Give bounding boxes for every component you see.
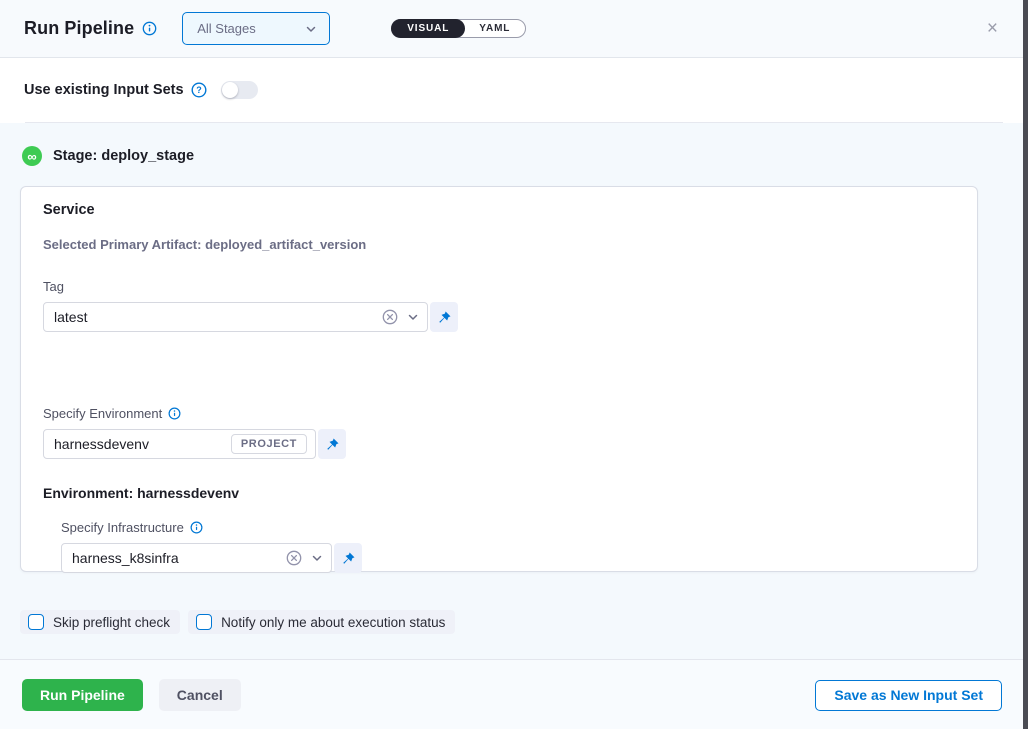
notify-me-checkbox-group[interactable]: Notify only me about execution status bbox=[188, 610, 455, 634]
page-title: Run Pipeline bbox=[24, 18, 134, 39]
tag-input-box bbox=[43, 302, 428, 332]
skip-preflight-label: Skip preflight check bbox=[53, 615, 170, 630]
skip-preflight-checkbox-group[interactable]: Skip preflight check bbox=[20, 610, 180, 634]
tag-field-row bbox=[43, 302, 955, 332]
notify-me-label: Notify only me about execution status bbox=[221, 615, 445, 630]
infrastructure-field-row bbox=[43, 543, 955, 573]
pin-icon bbox=[437, 310, 452, 325]
chevron-down-icon[interactable] bbox=[407, 311, 419, 323]
infrastructure-input[interactable] bbox=[72, 550, 286, 566]
use-existing-input-sets-toggle[interactable] bbox=[221, 81, 258, 99]
clear-icon[interactable] bbox=[382, 309, 398, 325]
tab-yaml[interactable]: YAML bbox=[464, 20, 525, 37]
skip-preflight-checkbox[interactable] bbox=[28, 614, 44, 630]
stage-header: ∞ Stage: deploy_stage bbox=[0, 123, 1028, 166]
execution-options-row: Skip preflight check Notify only me abou… bbox=[20, 610, 1004, 634]
modal-header: Run Pipeline All Stages VISUAL YAML × bbox=[0, 0, 1028, 58]
use-existing-input-sets-label: Use existing Input Sets bbox=[24, 82, 184, 98]
pin-icon bbox=[341, 551, 356, 566]
info-icon bbox=[168, 407, 181, 420]
chevron-down-icon bbox=[305, 23, 317, 35]
tag-field-label: Tag bbox=[43, 279, 955, 294]
chevron-down-icon[interactable] bbox=[311, 552, 323, 564]
page-edge-strip bbox=[1023, 0, 1028, 729]
notify-me-checkbox[interactable] bbox=[196, 614, 212, 630]
scope-badge: PROJECT bbox=[231, 434, 307, 454]
info-icon bbox=[190, 521, 203, 534]
run-pipeline-button[interactable]: Run Pipeline bbox=[22, 679, 143, 711]
service-card: Service Selected Primary Artifact: deplo… bbox=[20, 186, 978, 572]
close-icon[interactable]: × bbox=[981, 15, 1004, 42]
stage-selector-dropdown[interactable]: All Stages bbox=[182, 12, 330, 45]
environment-input[interactable] bbox=[54, 436, 231, 452]
stage-selector-value: All Stages bbox=[197, 21, 256, 36]
info-icon bbox=[142, 21, 157, 36]
stage-section: ∞ Stage: deploy_stage Service Selected P… bbox=[0, 123, 1028, 659]
save-as-new-input-set-button[interactable]: Save as New Input Set bbox=[815, 680, 1002, 711]
cancel-button[interactable]: Cancel bbox=[159, 679, 241, 711]
environment-field-label: Specify Environment bbox=[43, 406, 955, 421]
environment-input-box: PROJECT bbox=[43, 429, 316, 459]
pin-icon bbox=[325, 437, 340, 452]
use-existing-input-sets-row: Use existing Input Sets ? bbox=[0, 58, 1028, 122]
svg-text:?: ? bbox=[196, 85, 202, 95]
tag-pin-button[interactable] bbox=[430, 302, 458, 332]
tag-input[interactable] bbox=[54, 309, 382, 325]
toggle-knob bbox=[222, 82, 238, 98]
tab-visual[interactable]: VISUAL bbox=[391, 19, 465, 38]
stage-deploy-icon: ∞ bbox=[22, 146, 42, 166]
infrastructure-pin-button[interactable] bbox=[334, 543, 362, 573]
visual-yaml-toggle: VISUAL YAML bbox=[391, 19, 526, 38]
environment-field-label-text: Specify Environment bbox=[43, 406, 162, 421]
stage-title: Stage: deploy_stage bbox=[53, 148, 194, 164]
clear-icon[interactable] bbox=[286, 550, 302, 566]
infrastructure-field-label-text: Specify Infrastructure bbox=[61, 520, 184, 535]
modal-footer: Run Pipeline Cancel Save as New Input Se… bbox=[0, 660, 1028, 729]
service-card-title: Service bbox=[43, 202, 955, 218]
infrastructure-field-label: Specify Infrastructure bbox=[61, 520, 955, 535]
help-icon[interactable]: ? bbox=[191, 82, 207, 98]
environment-field-row: PROJECT bbox=[43, 429, 955, 459]
environment-heading: Environment: harnessdevenv bbox=[43, 485, 955, 501]
selected-artifact-line: Selected Primary Artifact: deployed_arti… bbox=[43, 237, 955, 252]
run-pipeline-modal: Run Pipeline All Stages VISUAL YAML × Us… bbox=[0, 0, 1028, 729]
infrastructure-input-box bbox=[61, 543, 332, 573]
environment-pin-button[interactable] bbox=[318, 429, 346, 459]
